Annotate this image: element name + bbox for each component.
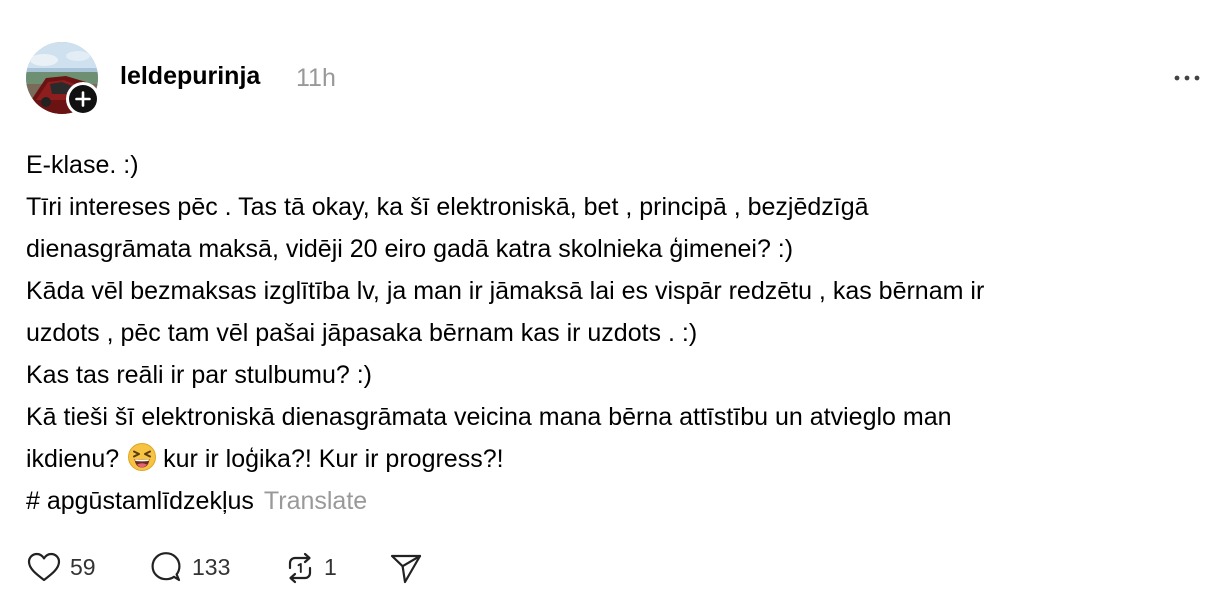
post-line: Kā tieši šī elektroniskā dienasgrāmata v… bbox=[26, 403, 952, 431]
like-count: 59 bbox=[70, 554, 96, 580]
post-line: E-klase. :) bbox=[26, 151, 139, 179]
like-button[interactable]: 59 bbox=[26, 548, 106, 588]
repost-icon bbox=[288, 552, 312, 584]
username[interactable]: leldepurinja bbox=[120, 62, 260, 91]
follow-button[interactable] bbox=[66, 82, 100, 116]
post-body: E-klase. :) Tīri intereses pēc . Tas tā … bbox=[26, 144, 1206, 522]
hashtag-link[interactable]: # apgūstamlīdzekļus bbox=[26, 487, 254, 515]
post-line-text: ikdienu? bbox=[26, 445, 120, 473]
tag-line: # apgūstamlīdzekļus Translate bbox=[26, 480, 1206, 522]
comment-button[interactable]: 133 bbox=[148, 548, 258, 588]
heart-icon bbox=[27, 552, 61, 582]
send-icon bbox=[390, 554, 422, 584]
post: leldepurinja 11h E-klase. :) Tīri intere… bbox=[0, 0, 1220, 604]
avatar-container bbox=[26, 42, 100, 116]
share-button[interactable] bbox=[388, 548, 428, 588]
comment-count: 133 bbox=[192, 554, 231, 580]
post-timestamp: 11h bbox=[296, 64, 336, 92]
plus-icon bbox=[75, 91, 91, 107]
post-line-with-emoji: ikdienu? kur ir loģika?! Kur ir progress?… bbox=[26, 438, 1206, 480]
ellipsis-icon bbox=[1174, 75, 1200, 81]
post-line: dienasgrāmata maksā, vidēji 20 eiro gadā… bbox=[26, 235, 794, 263]
repost-button[interactable]: 1 bbox=[282, 548, 352, 588]
post-line: Tīri intereses pēc . Tas tā okay, ka šī … bbox=[26, 193, 869, 221]
post-line: Kas tas reāli ir par stulbumu? :) bbox=[26, 361, 372, 389]
translate-link[interactable]: Translate bbox=[264, 487, 367, 515]
repost-count: 1 bbox=[324, 554, 337, 580]
comment-bubble-icon bbox=[151, 552, 181, 582]
laughing-squinting-face-icon bbox=[128, 443, 157, 471]
post-line: Kāda vēl bezmaksas izglītība lv, ja man … bbox=[26, 277, 985, 305]
post-line: uzdots , pēc tam vēl pašai jāpasaka bērn… bbox=[26, 319, 698, 347]
post-line-text: kur ir loģika?! Kur ir progress?! bbox=[163, 445, 504, 473]
more-options-button[interactable] bbox=[1170, 64, 1204, 92]
